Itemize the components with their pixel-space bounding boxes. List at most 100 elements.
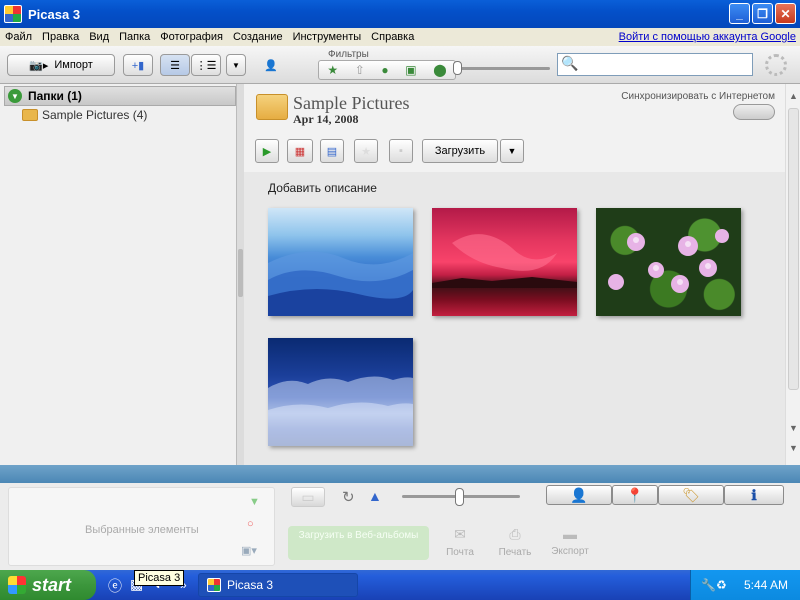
info-icon: ℹ — [751, 486, 757, 503]
upload-filter-icon[interactable]: ⇧ — [355, 63, 365, 77]
scroll-up-icon[interactable]: ▲ — [787, 88, 800, 103]
menu-bar: Файл Правка Вид Папка Фотография Создани… — [0, 28, 800, 46]
menu-file[interactable]: Файл — [0, 31, 37, 43]
print-button[interactable]: ⎙ Печать — [490, 526, 540, 558]
maximize-button[interactable]: ❐ — [752, 3, 773, 24]
close-button[interactable]: ✕ — [775, 3, 796, 24]
windows-taskbar: start ⓔ ▩ ◐ » Picasa 3 🔧♻ 5:44 AM — [0, 570, 800, 600]
sync-toggle[interactable] — [733, 104, 775, 120]
collage-button[interactable]: ▦ — [287, 139, 313, 163]
camera-icon: 📷▸ — [29, 59, 49, 72]
import-button[interactable]: 📷▸ Импорт — [7, 54, 115, 76]
tree-view-icon: ⋮☰ — [195, 59, 217, 72]
menu-view[interactable]: Вид — [84, 31, 114, 43]
geotag-button[interactable]: 📍 — [612, 485, 658, 505]
envelope-icon: ✉ — [454, 526, 466, 542]
panel-splitter[interactable] — [237, 84, 244, 465]
scrollbar-thumb[interactable] — [788, 108, 799, 390]
sunset-photo[interactable] — [432, 208, 577, 316]
map-pin-icon: 📍 — [626, 486, 644, 503]
add-to-album-button[interactable]: +▮ — [123, 54, 153, 76]
disk-icon: ▪ — [399, 145, 403, 157]
clock[interactable]: 5:44 AM — [744, 578, 788, 592]
email-button[interactable]: ✉ Почта — [435, 526, 485, 558]
selection-tray[interactable]: Выбранные элементы ▼ ○ ▣▾ — [8, 487, 275, 566]
geotag-filter-icon[interactable]: ⬤ — [433, 63, 446, 77]
album-description[interactable]: Добавить описание — [268, 181, 377, 195]
menu-create[interactable]: Создание — [228, 31, 288, 43]
frosted-trees — [268, 376, 413, 446]
date-filter-slider-knob[interactable] — [453, 61, 462, 75]
album-date: Apr 14, 2008 — [293, 112, 359, 126]
rotate-icon[interactable]: ↻ — [342, 488, 355, 506]
upload-label: Загрузить — [434, 145, 486, 157]
blue-hills-photo[interactable] — [268, 208, 413, 316]
winter-photo[interactable] — [268, 338, 413, 446]
people-icon: 👤 — [264, 59, 278, 72]
menu-edit[interactable]: Правка — [37, 31, 84, 43]
zoom-photo-icon: ▲ — [368, 488, 382, 504]
album-folder-icon — [256, 94, 288, 120]
picasa-app-icon — [4, 5, 22, 23]
view-options-dropdown[interactable]: ▼ — [226, 54, 246, 76]
taskbar-tooltip: Picasa 3 — [134, 570, 185, 586]
movie-button[interactable]: ▤ — [320, 139, 344, 163]
search-input[interactable]: 🔍 — [557, 53, 753, 76]
google-signin-link[interactable]: Войти с помощью аккаунта Google — [619, 31, 796, 43]
people-button[interactable]: 👤 — [256, 54, 286, 76]
album-header: Sample Pictures Apr 14, 2008 Синхронизир… — [244, 84, 785, 172]
menu-picture[interactable]: Фотография — [155, 31, 228, 43]
movie-icon: ▤ — [326, 145, 338, 158]
internet-explorer-icon[interactable]: ⓔ — [108, 576, 122, 596]
filters-label: Фильтры — [328, 49, 369, 60]
menu-help[interactable]: Справка — [366, 31, 419, 43]
water-lilies-photo[interactable] — [596, 208, 741, 316]
save-disk-button[interactable]: ▪ — [389, 139, 413, 163]
slideshow-button[interactable]: ▶ — [255, 139, 279, 163]
lily-flowers — [608, 229, 729, 293]
tray-icons[interactable]: 🔧♻ — [701, 578, 727, 592]
upload-options-dropdown[interactable]: ▼ — [500, 139, 524, 163]
export-folder-icon: ▬ — [563, 526, 577, 542]
info-button[interactable]: ℹ — [724, 485, 784, 505]
menu-tools[interactable]: Инструменты — [288, 31, 367, 43]
menu-folder[interactable]: Папка — [114, 31, 155, 43]
star-button[interactable]: ★ — [354, 139, 378, 163]
collapse-arrow-icon[interactable]: ▼ — [8, 89, 22, 103]
folder-item[interactable]: Sample Pictures (4) — [22, 108, 147, 122]
date-filter-slider[interactable] — [460, 67, 550, 70]
taskbar-item-picasa[interactable]: Picasa 3 — [198, 573, 358, 597]
album-scrollbar[interactable]: ▲ ▼ ▼ — [785, 84, 800, 465]
tag-button[interactable]: 🏷 — [658, 485, 724, 505]
list-view-button[interactable]: ☰ — [160, 54, 190, 76]
people-tag-button[interactable]: 👤 — [546, 485, 612, 505]
album-add-icon[interactable]: ▣▾ — [241, 544, 257, 557]
thumbnail-size-knob[interactable] — [455, 488, 464, 506]
photo-tray: Выбранные элементы ▼ ○ ▣▾ ▭ ↻ ▲ 👤 📍 🏷 ℹ … — [0, 483, 800, 570]
collage-icon: ▦ — [294, 145, 306, 158]
list-view-icon: ☰ — [170, 59, 180, 72]
person-filter-icon[interactable]: ● — [381, 63, 388, 77]
star-filter-icon[interactable]: ★ — [327, 63, 338, 77]
web-albums-upload-button[interactable]: Загрузить в Веб-альбомы — [288, 526, 429, 560]
scroll-down-icon[interactable]: ▼ — [787, 420, 800, 435]
frame-icon: ▭ — [301, 488, 315, 505]
window-titlebar[interactable]: Picasa 3 _ ❐ ✕ — [0, 0, 800, 28]
minimize-button[interactable]: _ — [729, 3, 750, 24]
upload-button[interactable]: Загрузить — [422, 139, 498, 163]
tree-view-button[interactable]: ⋮☰ — [191, 54, 221, 76]
selection-label: Выбранные элементы — [85, 524, 199, 536]
scroll-end-icon[interactable]: ▼ — [787, 440, 800, 455]
clear-icon[interactable]: ○ — [247, 518, 254, 530]
main-toolbar: 📷▸ Импорт +▮ ☰ ⋮☰ ▼ 👤 Фильтры ★ ⇧ ● ▣ ⬤ … — [0, 46, 800, 84]
folder-list-panel: ▼ Папки (1) Sample Pictures (4) — [0, 84, 237, 465]
picasa-task-icon — [207, 578, 221, 592]
folders-header[interactable]: ▼ Папки (1) — [4, 86, 236, 106]
rotate-placeholder-button[interactable]: ▭ — [291, 487, 325, 507]
album-title[interactable]: Sample Pictures — [293, 93, 409, 114]
hold-icon[interactable]: ▼ — [249, 496, 260, 508]
video-filter-icon[interactable]: ▣ — [405, 63, 416, 77]
hills-silhouette — [268, 251, 413, 316]
export-button[interactable]: ▬ Экспорт — [545, 526, 595, 557]
start-button[interactable]: start — [0, 570, 96, 600]
